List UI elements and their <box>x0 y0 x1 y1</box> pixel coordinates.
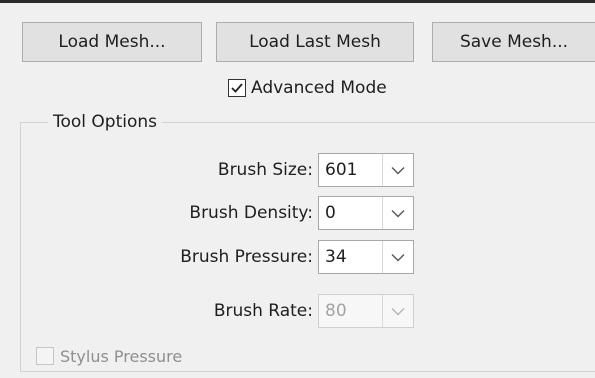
tool-options-title: Tool Options <box>48 111 163 133</box>
brush-size-label: Brush Size: <box>217 160 313 180</box>
stylus-pressure-option: Stylus Pressure <box>36 345 182 367</box>
brush-rate-dropdown-button <box>382 295 413 327</box>
brush-size-dropdown-button[interactable] <box>382 154 413 186</box>
chevron-down-icon <box>391 253 405 261</box>
save-mesh-button[interactable]: Save Mesh... <box>432 22 595 62</box>
brush-rate-combobox: 80 <box>318 294 414 328</box>
brush-pressure-value: 34 <box>325 247 347 267</box>
brush-pressure-combobox[interactable]: 34 <box>318 240 414 274</box>
brush-density-dropdown-button[interactable] <box>382 197 413 229</box>
load-last-mesh-button[interactable]: Load Last Mesh <box>216 22 414 62</box>
brush-rate-row: Brush Rate: 80 <box>0 294 595 328</box>
brush-density-value: 0 <box>325 203 336 223</box>
brush-rate-value: 80 <box>325 301 347 321</box>
advanced-mode-label: Advanced Mode <box>251 78 387 98</box>
chevron-down-icon <box>391 166 405 174</box>
brush-size-combobox[interactable]: 601 <box>318 153 414 187</box>
brush-pressure-label: Brush Pressure: <box>180 247 313 267</box>
stylus-pressure-checkbox <box>36 347 54 365</box>
brush-size-value: 601 <box>325 160 358 180</box>
load-mesh-button[interactable]: Load Mesh... <box>22 22 202 62</box>
chevron-down-icon <box>391 209 405 217</box>
chevron-down-icon <box>391 307 405 315</box>
stylus-pressure-label: Stylus Pressure <box>60 346 183 366</box>
brush-pressure-row: Brush Pressure: 34 <box>0 240 595 274</box>
brush-pressure-dropdown-button[interactable] <box>382 241 413 273</box>
brush-rate-label: Brush Rate: <box>213 301 313 321</box>
advanced-mode-checkbox[interactable] <box>228 79 246 97</box>
advanced-mode-option[interactable]: Advanced Mode <box>228 77 387 99</box>
brush-density-row: Brush Density: 0 <box>0 196 595 230</box>
check-icon <box>231 83 243 93</box>
brush-size-row: Brush Size: 601 <box>0 153 595 187</box>
brush-density-combobox[interactable]: 0 <box>318 196 414 230</box>
brush-density-label: Brush Density: <box>189 203 313 223</box>
window-top-edge <box>0 0 595 3</box>
